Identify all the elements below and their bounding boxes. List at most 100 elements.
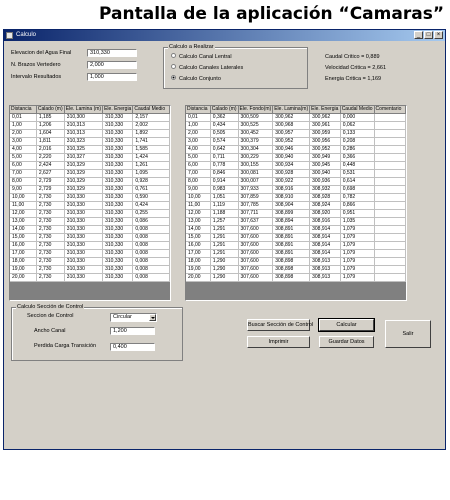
right-table-cell[interactable]: 308,899 <box>272 209 311 218</box>
left-table-cell[interactable]: 2,730 <box>36 249 65 258</box>
left-table-cell[interactable]: 0,590 <box>132 193 170 202</box>
right-table-cell[interactable]: 0,000 <box>340 113 375 122</box>
right-table-row[interactable]: 7,00 0,846 300,081 300,928 300,940 0,531 <box>186 169 406 178</box>
right-table-row[interactable]: 16,00 1,291 307,600 308,891 308,914 1,079 <box>186 241 406 250</box>
left-table-cell[interactable]: 1,095 <box>132 169 170 178</box>
right-table-cell[interactable]: 307,600 <box>238 273 274 282</box>
right-table-row[interactable]: 0,01 0,362 300,509 300,962 300,962 0,000 <box>186 113 406 122</box>
left-table-cell[interactable]: 310,330 <box>102 185 134 194</box>
right-table-cell[interactable]: 1,035 <box>340 217 375 226</box>
left-table-row[interactable]: 13,00 2,730 310,330 310,330 0,086 <box>10 217 170 226</box>
right-table-cell[interactable]: 0,366 <box>340 153 375 162</box>
right-table-cell[interactable]: 1,079 <box>340 225 375 234</box>
left-table-cell[interactable]: 310,330 <box>102 177 134 186</box>
right-table-cell[interactable] <box>374 241 406 250</box>
calcular-button[interactable]: Calcular <box>318 318 375 332</box>
right-table-cell[interactable]: 308,898 <box>272 273 311 282</box>
left-table-header-cell[interactable]: Ele. Lamina (m) <box>64 106 104 114</box>
right-table-cell[interactable]: 0,778 <box>210 161 239 170</box>
left-table-row[interactable]: 4,00 2,016 310,325 310,330 1,585 <box>10 145 170 154</box>
left-table-cell[interactable]: 14,00 <box>10 225 37 234</box>
right-table-cell[interactable]: 300,936 <box>309 177 341 186</box>
right-table-cell[interactable]: 300,962 <box>309 113 341 122</box>
left-table-cell[interactable]: 2,730 <box>36 209 65 218</box>
left-table-cell[interactable]: 0,255 <box>132 209 170 218</box>
left-table-cell[interactable]: 2,157 <box>132 113 170 122</box>
left-table-cell[interactable]: 0,008 <box>132 273 170 282</box>
right-table-cell[interactable]: 308,898 <box>272 257 311 266</box>
right-table-cell[interactable]: 0,711 <box>210 153 239 162</box>
right-table-cell[interactable]: 308,891 <box>272 249 311 258</box>
right-table-cell[interactable]: 1,257 <box>210 217 239 226</box>
left-table-cell[interactable]: 6,00 <box>10 161 37 170</box>
intervalo-field[interactable]: 1,000 <box>87 73 137 81</box>
left-table-cell[interactable]: 12,00 <box>10 209 37 218</box>
right-table-cell[interactable]: 300,961 <box>309 121 341 130</box>
perdida-carga-field[interactable]: 0,400 <box>110 343 155 351</box>
right-table-cell[interactable]: 1,079 <box>340 265 375 274</box>
right-table-cell[interactable]: 300,940 <box>272 153 311 162</box>
left-table-cell[interactable]: 310,330 <box>102 169 134 178</box>
right-table-cell[interactable]: 8,00 <box>186 177 211 186</box>
right-table-cell[interactable]: 308,932 <box>309 185 341 194</box>
right-table-cell[interactable]: 308,904 <box>272 201 311 210</box>
right-table-cell[interactable]: 300,452 <box>238 129 274 138</box>
left-table-cell[interactable]: 1,741 <box>132 137 170 146</box>
right-table-cell[interactable]: 0,531 <box>340 169 375 178</box>
right-table-cell[interactable] <box>374 225 406 234</box>
right-table-cell[interactable] <box>374 193 406 202</box>
left-table-cell[interactable]: 0,008 <box>132 225 170 234</box>
right-table-cell[interactable]: 15,00 <box>186 233 211 242</box>
right-table-cell[interactable]: 308,891 <box>272 233 311 242</box>
right-table-cell[interactable]: 13,00 <box>186 217 211 226</box>
left-table-cell[interactable]: 2,730 <box>36 201 65 210</box>
radio-calculo-conjunto[interactable]: Calculo Conjunto <box>171 75 221 82</box>
right-table-cell[interactable]: 300,945 <box>309 161 341 170</box>
right-table-cell[interactable]: 307,859 <box>238 193 274 202</box>
right-table-cell[interactable]: 0,866 <box>340 201 375 210</box>
right-table-cell[interactable]: 300,509 <box>238 113 274 122</box>
left-table-row[interactable]: 12,00 2,730 310,330 310,330 0,255 <box>10 209 170 218</box>
left-table-cell[interactable]: 0,086 <box>132 217 170 226</box>
right-table-cell[interactable]: 300,952 <box>272 137 311 146</box>
left-table-cell[interactable]: 19,00 <box>10 265 37 274</box>
right-table-cell[interactable]: 0,286 <box>340 145 375 154</box>
left-table-cell[interactable]: 0,008 <box>132 233 170 242</box>
right-table-cell[interactable]: 300,229 <box>238 153 274 162</box>
right-table-header-cell[interactable]: Calado (m) <box>210 106 239 114</box>
ancho-canal-field[interactable]: 1,200 <box>110 327 155 335</box>
right-table-cell[interactable]: 11,00 <box>186 201 211 210</box>
right-table-cell[interactable] <box>374 273 406 282</box>
left-table-cell[interactable]: 2,627 <box>36 169 65 178</box>
right-table-cell[interactable]: 4,00 <box>186 145 211 154</box>
radio-canales-laterales[interactable]: Calculo Canales Laterales <box>171 64 243 71</box>
left-table-cell[interactable]: 0,008 <box>132 241 170 250</box>
left-table-cell[interactable]: 310,330 <box>102 209 134 218</box>
left-table-cell[interactable]: 1,604 <box>36 129 65 138</box>
right-table-cell[interactable]: 300,155 <box>238 161 274 170</box>
left-table-cell[interactable]: 310,323 <box>64 137 104 146</box>
right-table-cell[interactable]: 308,913 <box>309 273 341 282</box>
right-table-cell[interactable] <box>374 121 406 130</box>
right-table-row[interactable]: 6,00 0,778 300,155 300,934 300,945 0,448 <box>186 161 406 170</box>
right-table-cell[interactable]: 18,00 <box>186 257 211 266</box>
left-table-row[interactable]: 19,00 2,730 310,330 310,330 0,008 <box>10 265 170 274</box>
right-table-cell[interactable]: 300,934 <box>272 161 311 170</box>
left-table-cell[interactable]: 310,329 <box>64 177 104 186</box>
right-table-row[interactable]: 9,00 0,983 307,933 308,916 308,932 0,698 <box>186 185 406 194</box>
left-table-cell[interactable]: 1,00 <box>10 121 37 130</box>
right-table-cell[interactable]: 19,00 <box>186 265 211 274</box>
right-table-cell[interactable]: 1,290 <box>210 273 239 282</box>
left-table-cell[interactable]: 2,016 <box>36 145 65 154</box>
left-table-cell[interactable]: 310,330 <box>102 217 134 226</box>
right-table-cell[interactable]: 308,913 <box>309 265 341 274</box>
right-table-row[interactable]: 13,00 1,257 307,637 308,894 308,916 1,035 <box>186 217 406 226</box>
right-table-cell[interactable]: 1,079 <box>340 249 375 258</box>
right-table-cell[interactable]: 1,188 <box>210 209 239 218</box>
right-table-cell[interactable]: 300,949 <box>309 153 341 162</box>
right-table-cell[interactable] <box>374 113 406 122</box>
left-table-cell[interactable]: 2,730 <box>36 265 65 274</box>
left-table-cell[interactable]: 310,330 <box>102 145 134 154</box>
right-table-cell[interactable]: 0,133 <box>340 129 375 138</box>
left-table-cell[interactable]: 310,330 <box>102 129 134 138</box>
